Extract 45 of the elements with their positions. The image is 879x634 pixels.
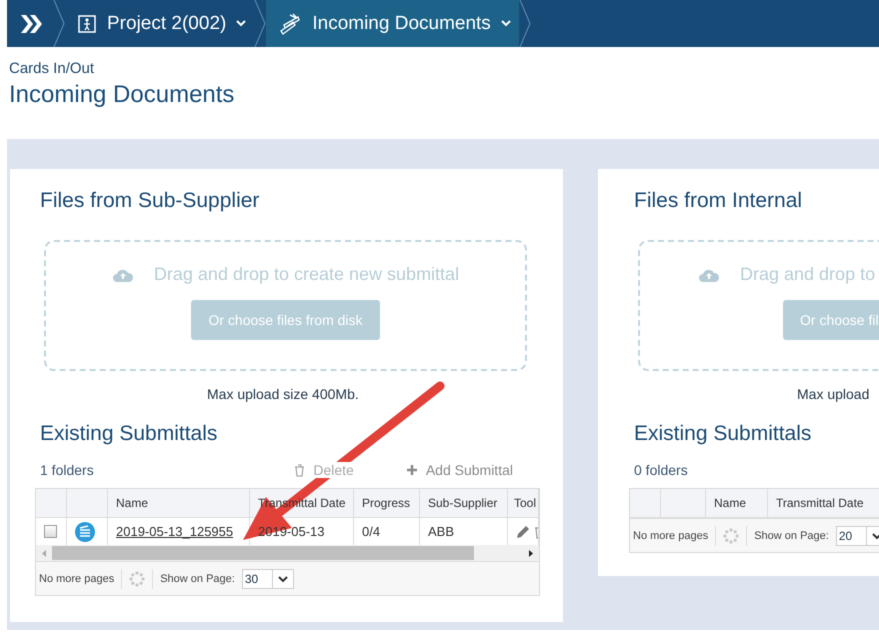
paging-status: No more pages (633, 530, 708, 542)
refresh-icon[interactable] (129, 570, 146, 586)
breadcrumb-separator (518, 0, 531, 47)
page-size-select[interactable]: 30 (242, 568, 294, 588)
row-checkbox[interactable] (44, 525, 57, 538)
panel-title: Files from Internal (634, 189, 804, 213)
drop-hint: Drag and drop to (740, 264, 876, 285)
papers-icon (278, 12, 302, 34)
page-size-label: Show on Page: (160, 572, 235, 584)
upload-limit-note: Max upload (797, 386, 870, 402)
pencil-icon[interactable] (516, 524, 530, 538)
section-title: Existing Submittals (634, 422, 812, 446)
refresh-icon[interactable] (723, 528, 740, 544)
submittal-link[interactable]: 2019-05-13_125955 (116, 524, 234, 539)
nav-dropdown[interactable]: Incoming Documents (266, 0, 519, 47)
table-cell: ABB (428, 524, 454, 539)
chevron-down-icon (236, 20, 246, 27)
chevron-down-icon (500, 20, 511, 27)
trash-icon (294, 464, 306, 476)
drop-hint: Drag and drop to create new submittal (154, 264, 460, 285)
upload-limit-note: Max upload size 400Mb. (207, 386, 360, 402)
page-title: Incoming Documents (9, 81, 236, 109)
chevrons-icon (19, 14, 45, 34)
breadcrumb-separator (53, 0, 65, 47)
column-header[interactable]: Name (714, 496, 746, 510)
page-size-select[interactable]: 20 (836, 526, 879, 546)
table-cell: 0/4 (362, 524, 380, 539)
nav-dropdown[interactable]: Project 2(002) (65, 0, 254, 47)
column-header[interactable]: Sub-Supplier (428, 496, 498, 510)
section-title: Existing Submittals (40, 422, 218, 446)
horizontal-scrollbar[interactable] (36, 545, 539, 561)
panel-title: Files from Sub-Supplier (40, 189, 260, 213)
person-frame-icon (77, 14, 97, 34)
paging-status: No more pages (39, 572, 114, 584)
breadcrumb-separator (254, 0, 266, 47)
column-header[interactable]: Name (116, 496, 148, 510)
plus-icon (406, 464, 418, 476)
folder-status-icon (75, 522, 95, 542)
column-header[interactable]: Progress (362, 496, 410, 510)
column-header[interactable]: Transmittal Date (776, 496, 864, 510)
page-size-label: Show on Page: (754, 530, 829, 542)
breadcrumb[interactable]: Cards In/Out (9, 60, 870, 77)
folder-count: 1 folders (40, 462, 94, 478)
column-header[interactable]: Tool (514, 496, 536, 510)
folder-count: 0 folders (634, 462, 688, 478)
